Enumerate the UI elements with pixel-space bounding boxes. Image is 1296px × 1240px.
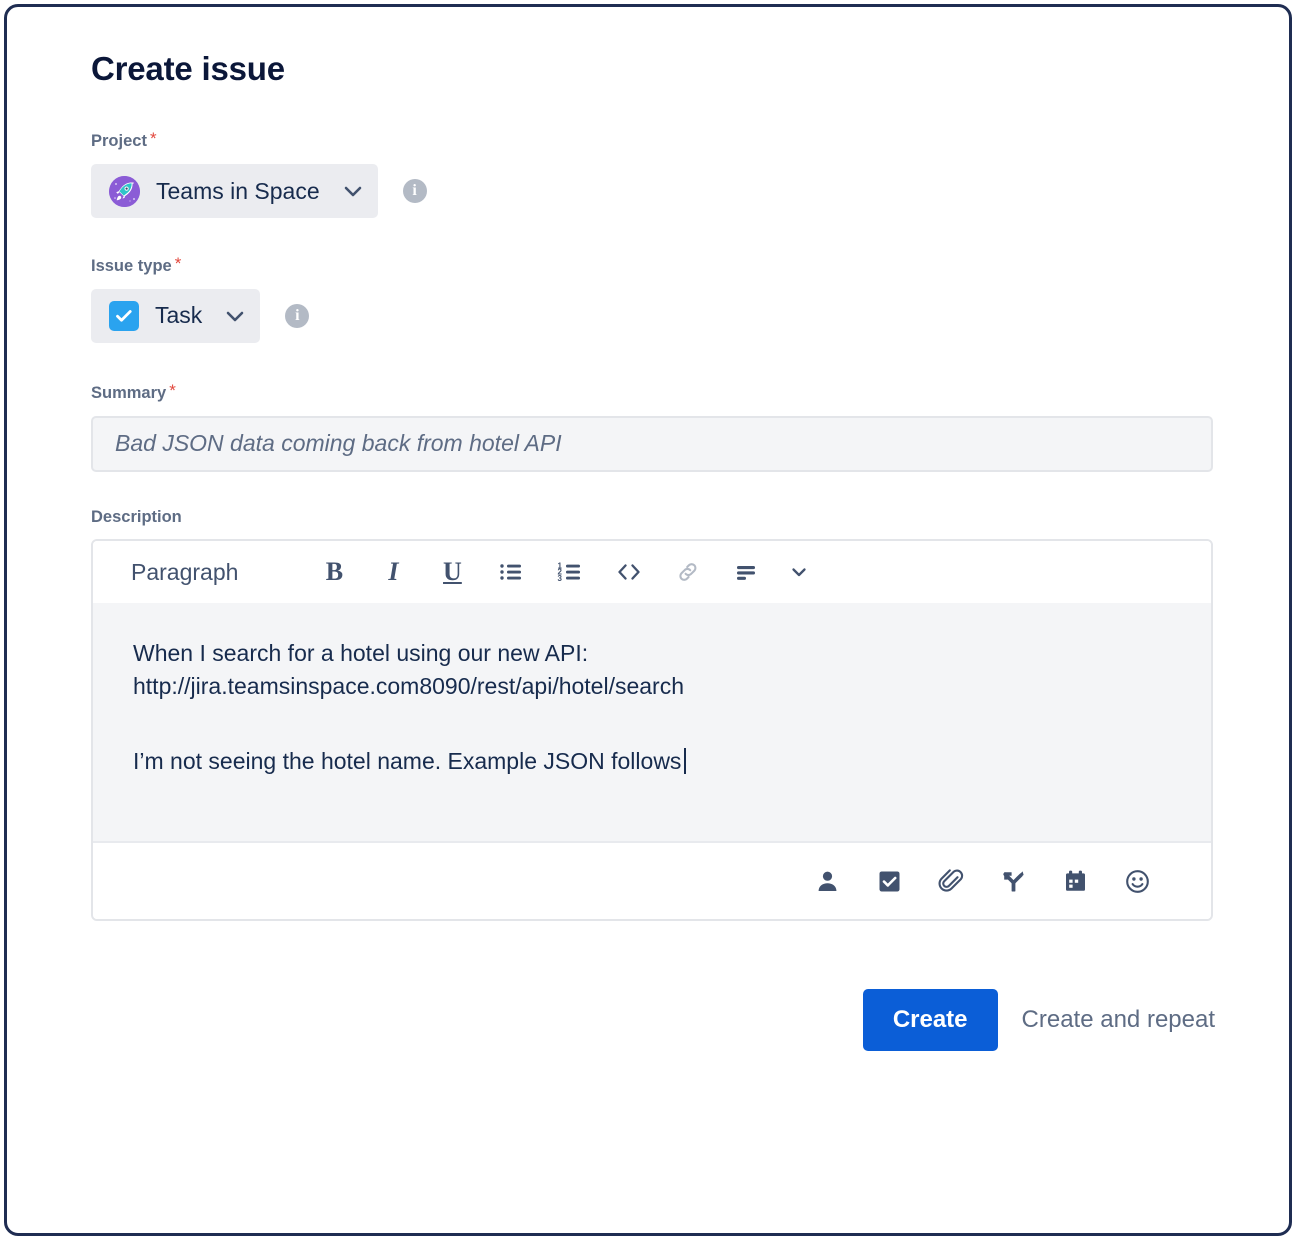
bold-button[interactable]: B — [312, 550, 356, 594]
branch-decision-icon[interactable] — [987, 855, 1039, 907]
description-body[interactable]: When I search for a hotel using our new … — [93, 603, 1211, 842]
issue-type-label-text: Issue type — [91, 257, 172, 276]
block-type-select[interactable]: Paragraph — [131, 559, 238, 586]
mention-person-icon[interactable] — [801, 855, 853, 907]
code-icon[interactable] — [607, 550, 651, 594]
issue-type-label: Issue type * — [91, 254, 1215, 277]
chevron-down-icon — [224, 305, 246, 327]
description-paragraph-2-text: I’m not seeing the hotel name. Example J… — [133, 747, 682, 774]
issue-type-info-icon[interactable]: i — [285, 303, 310, 328]
field-issue-type: Issue type * Task i — [91, 254, 1215, 343]
window-frame: Create issue Project * Teams in Space i … — [4, 4, 1292, 1236]
svg-text:3: 3 — [558, 574, 563, 583]
project-label-text: Project — [91, 132, 147, 151]
create-issue-form: Create issue Project * Teams in Space i … — [91, 50, 1215, 1052]
project-info-icon[interactable]: i — [402, 179, 427, 204]
date-calendar-icon[interactable] — [1049, 855, 1101, 907]
create-button[interactable]: Create — [862, 989, 998, 1052]
project-select[interactable]: Teams in Space — [91, 164, 378, 219]
summary-label: Summary * — [91, 380, 1215, 404]
project-label: Project * — [91, 129, 1215, 152]
project-required-asterisk: * — [149, 129, 157, 149]
chevron-down-icon — [342, 180, 364, 202]
issue-type-required-asterisk: * — [174, 254, 182, 274]
editor-more-chevron-down-icon[interactable] — [777, 550, 821, 594]
issue-type-select[interactable]: Task — [91, 288, 261, 343]
numbered-list-icon[interactable]: 1 2 3 — [548, 550, 592, 594]
field-description: Description Paragraph B I U 1 2 3 When I… — [91, 508, 1215, 922]
attachment-paperclip-icon[interactable] — [925, 855, 977, 907]
project-value: Teams in Space — [156, 177, 320, 204]
description-label: Description — [91, 507, 182, 526]
description-editor: Paragraph B I U 1 2 3 When I search for … — [91, 539, 1213, 922]
editor-footer-toolbar — [93, 841, 1211, 920]
summary-input[interactable] — [91, 415, 1213, 472]
create-and-repeat-button[interactable]: Create and repeat — [1022, 1006, 1215, 1034]
bold-label: B — [325, 557, 344, 587]
underline-button[interactable]: U — [430, 550, 474, 594]
issue-type-value: Task — [155, 302, 203, 329]
project-row: Teams in Space i — [91, 164, 1215, 219]
editor-toolbar: Paragraph B I U 1 2 3 — [93, 541, 1211, 604]
form-actions: Create Create and repeat — [91, 989, 1215, 1052]
task-checkbox-icon — [109, 300, 139, 331]
description-paragraph-2: I’m not seeing the hotel name. Example J… — [133, 745, 1171, 778]
align-left-icon[interactable] — [725, 550, 769, 594]
italic-label: I — [388, 557, 399, 587]
page-title: Create issue — [91, 50, 285, 87]
text-caret — [684, 747, 687, 774]
emoji-smiley-icon[interactable] — [1111, 855, 1163, 907]
rocket-avatar-icon — [109, 175, 140, 207]
description-paragraph-1: When I search for a hotel using our new … — [133, 637, 1171, 702]
description-paragraph-1-line-2: http://jira.teamsinspace.com8090/rest/ap… — [133, 673, 685, 700]
bullet-list-icon[interactable] — [489, 550, 533, 594]
summary-required-asterisk: * — [169, 380, 176, 400]
field-project: Project * Teams in Space i — [91, 129, 1215, 219]
summary-label-text: Summary — [91, 383, 167, 402]
italic-button[interactable]: I — [371, 550, 415, 594]
field-summary: Summary * — [91, 380, 1215, 472]
link-icon[interactable] — [666, 550, 710, 594]
description-paragraph-1-line-1: When I search for a hotel using our new … — [133, 640, 589, 667]
underline-label: U — [443, 557, 462, 587]
issue-type-row: Task i — [91, 288, 1215, 343]
action-item-checkbox-icon[interactable] — [863, 855, 915, 907]
